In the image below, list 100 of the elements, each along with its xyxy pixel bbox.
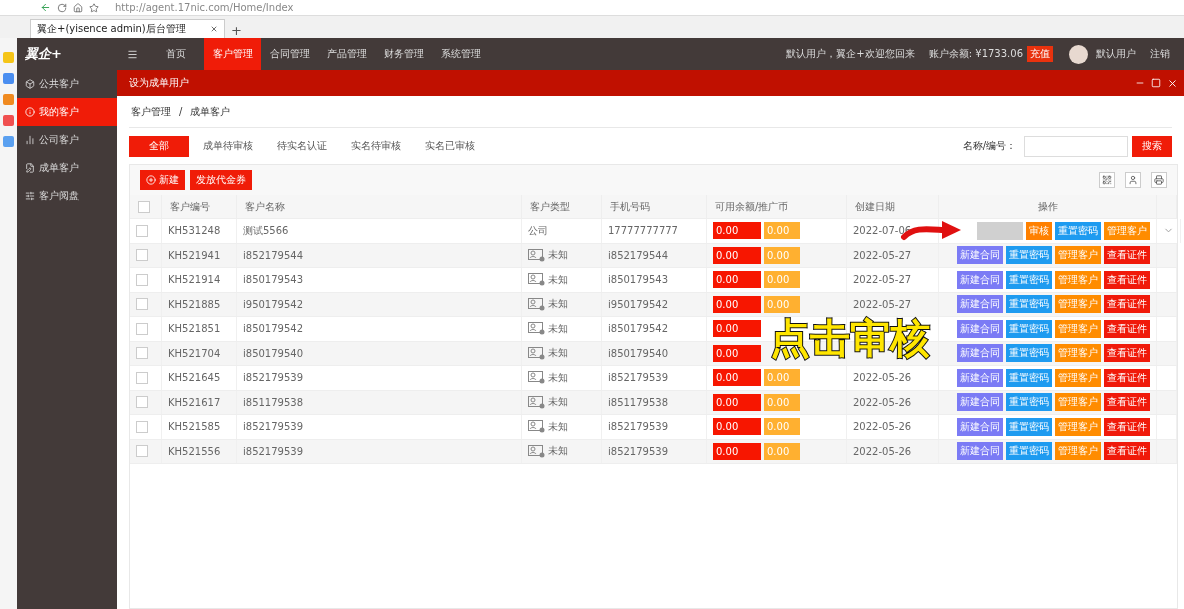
nav-tab[interactable]: 系统管理 (432, 38, 489, 70)
action-button[interactable]: 查看证件 (1104, 368, 1150, 387)
address-field[interactable]: http://agent.17nic.com/Home/Index (115, 2, 294, 13)
action-button[interactable]: 重置密码 (1006, 442, 1052, 461)
checkbox[interactable] (136, 420, 148, 433)
action-button[interactable]: 管理客户 (1055, 270, 1101, 289)
action-button[interactable]: 管理客户 (1055, 246, 1101, 265)
action-button[interactable]: 管理客户 (1055, 393, 1101, 412)
filter-tab[interactable]: 全部 (129, 135, 189, 157)
action-button[interactable]: 管理客户 (1055, 417, 1101, 436)
nav-tab[interactable]: 产品管理 (318, 38, 375, 70)
action-button[interactable]: 管理客户 (1055, 344, 1101, 363)
action-button[interactable]: 重置密码 (1006, 344, 1052, 363)
new-tab-button[interactable]: + (231, 23, 242, 38)
home-icon[interactable] (73, 2, 83, 13)
table-cell: 未知 (548, 370, 568, 385)
action-button[interactable]: 管理客户 (1104, 221, 1150, 240)
nav-tab[interactable]: 首页 (147, 38, 204, 70)
checkbox[interactable] (136, 298, 148, 311)
table-cell: 未知 (548, 272, 568, 287)
action-button[interactable]: 查看证件 (1104, 270, 1150, 289)
breadcrumb-link[interactable]: 客户管理 (131, 104, 171, 119)
action-button[interactable]: 重置密码 (1055, 221, 1101, 240)
action-button[interactable]: 查看证件 (1104, 393, 1150, 412)
checkbox[interactable] (136, 396, 148, 409)
sidebar-item[interactable]: 公共客户 (17, 70, 117, 98)
balance-tag: 0.00 (713, 222, 761, 240)
app-icon[interactable] (3, 115, 14, 126)
breadcrumb-current: 成单客户 (190, 104, 231, 119)
checkbox[interactable] (136, 371, 148, 384)
recharge-button[interactable]: 充值 (1027, 46, 1053, 62)
checkbox[interactable] (136, 224, 148, 237)
checkbox[interactable] (138, 200, 150, 213)
print-icon[interactable] (1151, 172, 1167, 188)
app-icon[interactable] (3, 136, 14, 147)
table-cell: 2022-05-27 (853, 298, 912, 310)
action-button[interactable]: 查看证件 (1104, 442, 1150, 461)
checkbox[interactable] (136, 273, 148, 286)
action-button[interactable]: 查看证件 (1104, 295, 1150, 314)
action-button[interactable]: 新建合同 (957, 393, 1003, 412)
action-button[interactable]: 查看证件 (1104, 246, 1150, 265)
action-button[interactable]: 新建合同 (957, 319, 1003, 338)
action-button[interactable]: 重置密码 (1006, 417, 1052, 436)
action-button[interactable]: 管理客户 (1055, 295, 1101, 314)
action-button[interactable]: 审核 (1026, 221, 1052, 240)
action-button[interactable]: 新建合同 (957, 295, 1003, 314)
action-button[interactable]: 重置密码 (1006, 393, 1052, 412)
filter-tab[interactable]: 实名待审核 (341, 135, 411, 157)
action-button[interactable]: 查看证件 (1104, 344, 1150, 363)
action-button[interactable]: 管理客户 (1055, 368, 1101, 387)
user-menu[interactable]: 默认用户 (1096, 38, 1136, 70)
action-button[interactable]: 新建合同 (957, 442, 1003, 461)
search-field[interactable] (1024, 135, 1128, 157)
action-button[interactable]: 重置密码 (1006, 270, 1052, 289)
filter-tab[interactable]: 待实名认证 (267, 135, 337, 157)
maximize-icon[interactable] (1151, 78, 1161, 88)
nav-tab[interactable]: 客户管理 (204, 38, 261, 70)
new-button[interactable]: 新建 (140, 170, 185, 190)
search-button[interactable]: 搜索 (1132, 135, 1172, 157)
app-icon[interactable] (3, 73, 14, 84)
sidebar-item[interactable]: 客户阅盘 (17, 182, 117, 210)
action-button[interactable]: 新建合同 (957, 417, 1003, 436)
action-button[interactable]: 查看证件 (1104, 319, 1150, 338)
action-button[interactable]: 新建合同 (957, 270, 1003, 289)
menu-icon[interactable] (126, 48, 138, 60)
voucher-button[interactable]: 发放代金券 (190, 170, 252, 190)
action-button[interactable]: 新建合同 (957, 344, 1003, 363)
action-button[interactable]: 新建合同 (957, 246, 1003, 265)
table-cell: 未知 (548, 346, 568, 361)
action-button[interactable]: 重置密码 (1006, 319, 1052, 338)
table-cell: KH521645 (168, 372, 221, 384)
filter-tab[interactable]: 成单待审核 (193, 135, 263, 157)
nav-tab[interactable]: 合同管理 (261, 38, 318, 70)
reload-icon[interactable] (57, 2, 67, 13)
star-icon[interactable] (89, 2, 99, 13)
table-cell: 2022-05-26 (853, 372, 912, 384)
app-icon[interactable] (3, 94, 14, 105)
browser-tab[interactable]: 翼企+(yisence admin)后台管理 (30, 19, 225, 38)
close-icon[interactable] (1167, 77, 1178, 89)
action-button[interactable]: 重置密码 (1006, 246, 1052, 265)
action-button[interactable]: 新建合同 (957, 368, 1003, 387)
action-button[interactable]: 管理客户 (1055, 319, 1101, 338)
logout-link[interactable]: 注销 (1150, 38, 1170, 70)
back-icon[interactable] (40, 2, 51, 13)
action-button[interactable]: 重置密码 (1006, 368, 1052, 387)
action-button[interactable]: 重置密码 (1006, 295, 1052, 314)
checkbox[interactable] (136, 322, 148, 335)
checkbox[interactable] (136, 347, 148, 360)
checkbox[interactable] (136, 445, 148, 458)
sidebar-item[interactable]: 成单客户 (17, 154, 117, 182)
balance-tag: 0.00 (713, 393, 761, 411)
close-icon[interactable] (210, 25, 218, 33)
filter-tab[interactable]: 实名已审核 (415, 135, 485, 157)
action-button[interactable]: 查看证件 (1104, 417, 1150, 436)
nav-tab[interactable]: 财务管理 (375, 38, 432, 70)
action-button[interactable]: 管理客户 (1055, 442, 1101, 461)
app-icon[interactable] (3, 52, 14, 63)
sidebar-item[interactable]: 我的客户 (17, 98, 117, 126)
checkbox[interactable] (136, 249, 148, 262)
sidebar-item[interactable]: 公司客户 (17, 126, 117, 154)
